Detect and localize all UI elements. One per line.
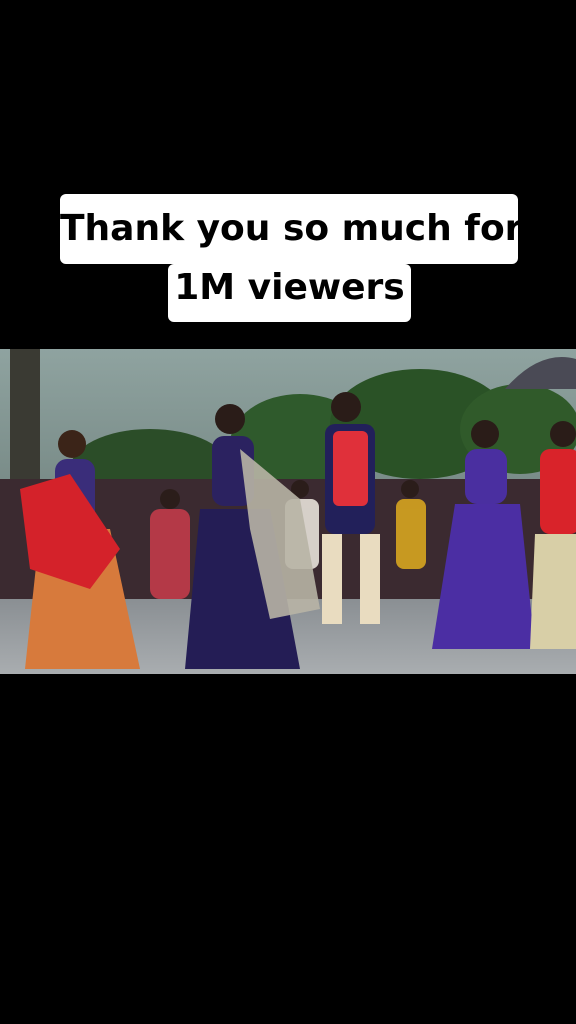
caption-line-1: Thank you so much for bbox=[60, 194, 522, 264]
video-frame[interactable] bbox=[0, 349, 576, 674]
caption-line-2: 1M viewers bbox=[168, 264, 411, 322]
video-scene bbox=[0, 349, 576, 674]
